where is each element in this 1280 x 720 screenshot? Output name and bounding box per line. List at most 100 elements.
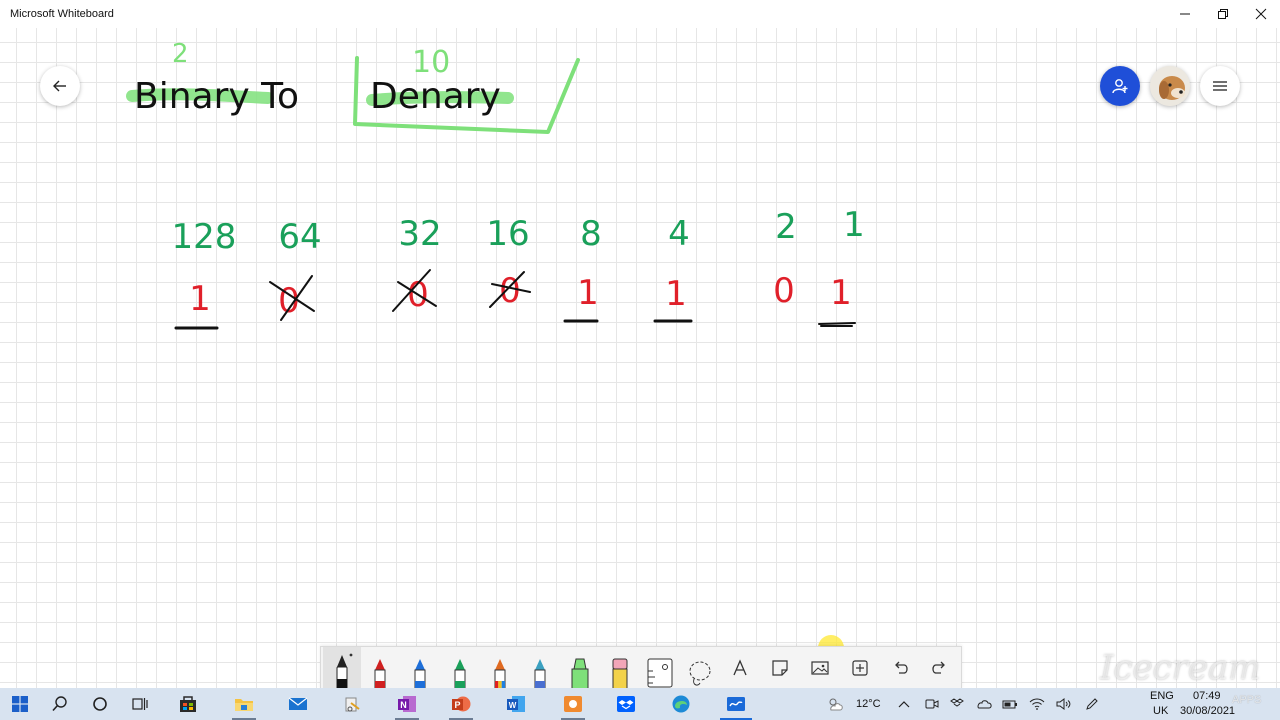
- tray-onedrive[interactable]: [972, 688, 996, 720]
- taskbar-app-onenote[interactable]: N: [387, 688, 427, 720]
- place-value: 32: [398, 214, 441, 254]
- speaker-icon: [1056, 698, 1071, 710]
- close-button[interactable]: [1242, 0, 1280, 28]
- weather-temperature[interactable]: 12°C: [856, 698, 881, 710]
- binary-digit: 0: [773, 271, 795, 311]
- tray-dropbox[interactable]: [945, 688, 969, 720]
- insert-tool[interactable]: [841, 647, 879, 689]
- restore-icon: [1218, 9, 1228, 19]
- restore-button[interactable]: [1204, 0, 1242, 28]
- pen-blue-icon: [414, 659, 426, 689]
- undo-icon: [895, 661, 908, 674]
- taskbar-app-recorder[interactable]: [553, 688, 593, 720]
- hamburger-menu-icon: [1213, 81, 1227, 91]
- dog-avatar-icon: [1150, 66, 1190, 106]
- pen-workspace-icon: [1086, 698, 1098, 710]
- board-title-part2: Denary: [370, 76, 501, 117]
- taskbar-app-whiteboard[interactable]: [716, 688, 756, 720]
- whiteboard-app-icon: [727, 697, 745, 711]
- image-icon: [811, 661, 829, 675]
- tray-battery[interactable]: [998, 688, 1022, 720]
- svg-text:P: P: [454, 700, 460, 710]
- pen-black-tool[interactable]: [323, 647, 361, 689]
- avatar[interactable]: [1150, 66, 1190, 106]
- keyboard-layout-indicator[interactable]: UK: [1153, 705, 1168, 717]
- binary-digit: 0: [278, 281, 300, 321]
- clock-time[interactable]: 07:49: [1193, 690, 1221, 702]
- taskbar-app-mail[interactable]: [278, 688, 318, 720]
- highlighter-icon: [571, 658, 589, 689]
- dropbox-tray-icon: [950, 698, 964, 707]
- dropbox-icon: [617, 696, 635, 712]
- pen-green-tool[interactable]: [441, 647, 479, 689]
- wifi-icon: [1029, 698, 1045, 710]
- language-indicator[interactable]: ENG: [1150, 690, 1174, 702]
- back-button[interactable]: [40, 66, 80, 106]
- place-value: 8: [580, 214, 602, 254]
- onenote-icon: N: [398, 696, 416, 712]
- eraser-tool[interactable]: [601, 647, 639, 689]
- insert-icon: [852, 660, 868, 676]
- search-button[interactable]: [40, 688, 80, 720]
- taskbar: N P W 12°C ENG UK 07:49 30/08/2021: [0, 688, 1280, 720]
- highlighter-tool[interactable]: [561, 647, 599, 689]
- binary-digit: 1: [830, 273, 852, 313]
- pen-galaxy-icon: [534, 659, 546, 689]
- clock-date[interactable]: 30/08/2021: [1180, 705, 1235, 717]
- minimize-icon: [1180, 13, 1190, 15]
- sticky-note-tool[interactable]: [761, 647, 799, 689]
- taskbar-app-dropbox[interactable]: [606, 688, 646, 720]
- minimize-button[interactable]: [1166, 0, 1204, 28]
- weather-widget[interactable]: [820, 688, 850, 720]
- store-bag-icon: [180, 696, 196, 712]
- snip-tool-icon: [345, 697, 360, 712]
- tray-pen[interactable]: [1080, 688, 1104, 720]
- ruler-tool[interactable]: [641, 647, 679, 689]
- base-from-label: 2: [172, 39, 189, 69]
- tray-volume[interactable]: [1052, 688, 1076, 720]
- base-to-label: 10: [412, 45, 450, 80]
- arrow-left-icon: [53, 80, 66, 92]
- undo-button[interactable]: [881, 647, 919, 689]
- taskbar-app-edge[interactable]: [661, 688, 701, 720]
- place-value: 64: [278, 217, 321, 257]
- text-tool[interactable]: [721, 647, 759, 689]
- pen-galaxy-tool[interactable]: [521, 647, 559, 689]
- tray-meet-now[interactable]: [920, 688, 944, 720]
- redo-button[interactable]: [921, 647, 959, 689]
- pen-red-tool[interactable]: [361, 647, 399, 689]
- show-hidden-icons-button[interactable]: [892, 688, 916, 720]
- binary-digit: 1: [665, 274, 687, 314]
- taskbar-app-explorer[interactable]: [224, 688, 264, 720]
- cloud-icon: [977, 700, 992, 709]
- text-icon: [733, 659, 747, 676]
- chevron-up-icon: [898, 701, 910, 708]
- menu-button[interactable]: [1200, 66, 1240, 106]
- cortana-button[interactable]: [80, 688, 120, 720]
- pen-green-icon: [454, 659, 466, 689]
- share-button[interactable]: [1100, 66, 1140, 106]
- pen-rainbow-tool[interactable]: [481, 647, 519, 689]
- place-value: 2: [775, 207, 797, 247]
- taskbar-app-tool[interactable]: [332, 688, 372, 720]
- task-view-button[interactable]: [120, 688, 160, 720]
- folder-icon: [235, 699, 253, 711]
- window-title: Microsoft Whiteboard: [10, 8, 114, 20]
- start-button[interactable]: [0, 688, 40, 720]
- battery-icon: [1002, 700, 1017, 709]
- pen-blue-tool[interactable]: [401, 647, 439, 689]
- pen-black-icon: [336, 653, 353, 689]
- close-icon: [1255, 8, 1267, 20]
- lasso-icon: [689, 661, 711, 686]
- place-value: 128: [172, 217, 237, 257]
- tray-wifi[interactable]: [1025, 688, 1049, 720]
- taskbar-app-powerpoint[interactable]: P: [441, 688, 481, 720]
- inking-toolbar: [320, 646, 962, 689]
- image-tool[interactable]: [801, 647, 839, 689]
- taskbar-app-store[interactable]: [168, 688, 208, 720]
- lasso-tool[interactable]: [681, 647, 719, 689]
- whiteboard-canvas[interactable]: 2 10 Binary To Denary 128 64 32 16 8 4 2…: [0, 28, 1280, 688]
- taskbar-app-word[interactable]: W: [496, 688, 536, 720]
- ink-layer: 2 10 Binary To Denary 128 64 32 16 8 4 2…: [126, 39, 865, 330]
- person-add-icon: [1112, 79, 1128, 94]
